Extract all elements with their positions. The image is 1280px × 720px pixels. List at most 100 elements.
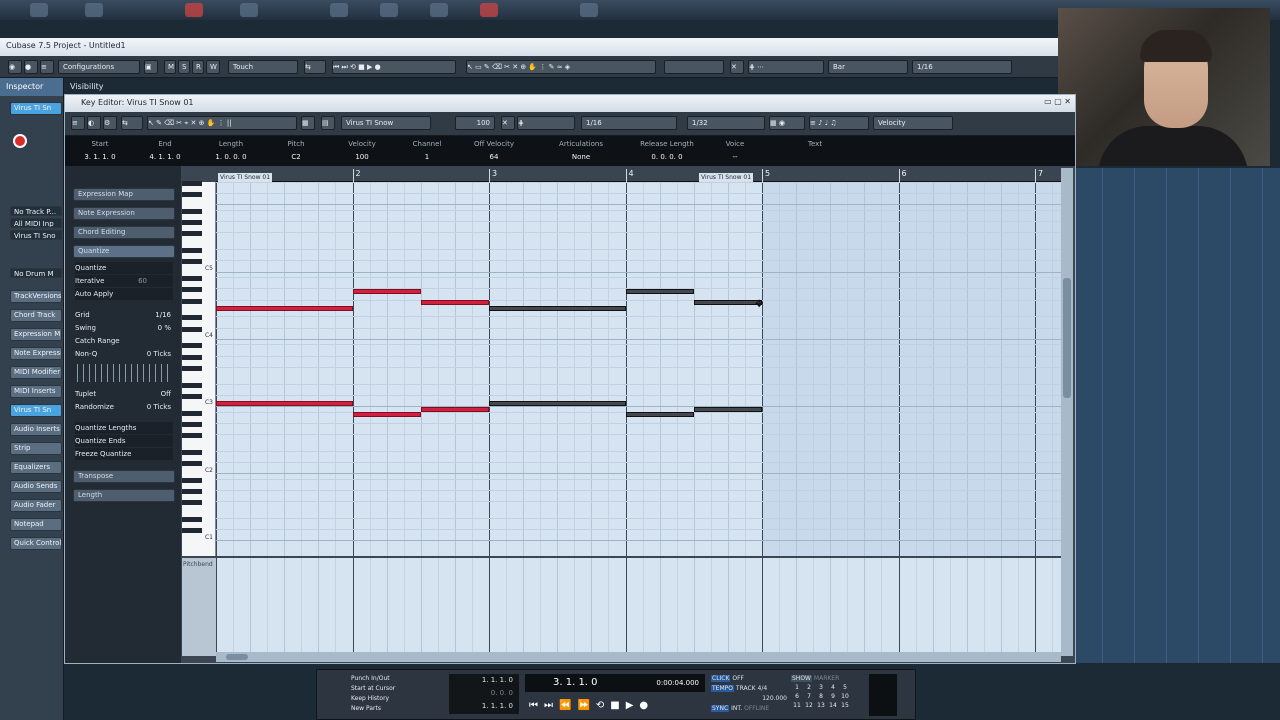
black-key[interactable]	[182, 393, 202, 399]
expression-map-section[interactable]: Expression Map	[73, 188, 175, 201]
black-key[interactable]	[182, 259, 202, 265]
info-value[interactable]: --	[732, 153, 737, 161]
app-icon[interactable]	[430, 3, 448, 17]
record-enable-icon[interactable]	[13, 134, 27, 148]
editor-tools[interactable]: ↖ ✎ ⌫ ✂ ⌖ ✕ ⊕ ✋ ⋮ ||	[147, 116, 297, 130]
info-value[interactable]: None	[572, 153, 590, 161]
chord-editing-section[interactable]: Chord Editing	[73, 226, 175, 239]
black-key[interactable]	[182, 354, 202, 360]
app-icon[interactable]	[85, 3, 103, 17]
punch-inout-label[interactable]: Punch In/Out	[351, 674, 441, 684]
app-icon[interactable]	[30, 3, 48, 17]
configurations-select[interactable]: Configurations	[58, 60, 140, 74]
non-q-row[interactable]: Non-Q 0 Ticks	[75, 348, 173, 360]
inspector-section-midiinserts[interactable]: MIDI Inserts	[10, 385, 62, 398]
info-value[interactable]: C2	[291, 153, 300, 161]
marker-buttons[interactable]: 1 2 3 4 5 6 7 8 9 10 11 12 13 14 15	[791, 683, 853, 710]
iterative-row[interactable]: Iterative 60	[75, 275, 173, 287]
black-key[interactable]	[182, 231, 202, 237]
note-expression-section[interactable]: Note Expression	[73, 207, 175, 220]
midi-note[interactable]	[216, 305, 353, 311]
inspector-section-equalizers[interactable]: Equalizers	[10, 461, 62, 474]
marker-button[interactable]: 7	[803, 692, 815, 701]
black-key[interactable]	[182, 365, 202, 371]
black-key[interactable]	[182, 220, 202, 226]
quantize-section[interactable]: Quantize	[73, 245, 175, 258]
grid-row[interactable]: Grid 1/16	[75, 309, 173, 321]
info-value[interactable]: 3. 1. 1. 0	[84, 153, 115, 161]
marker-button[interactable]: 12	[803, 701, 815, 710]
solo-button[interactable]: S	[178, 60, 190, 74]
quantize-preset[interactable]: Quantize	[75, 262, 173, 274]
click-button[interactable]: CLICK	[711, 675, 731, 682]
snap-mode-select[interactable]: ⋕	[517, 116, 575, 130]
inspector-section-expression[interactable]: Expression M	[10, 328, 62, 341]
start-at-cursor-label[interactable]: Start at Cursor	[351, 684, 441, 694]
punch-options[interactable]: Punch In/Out Start at Cursor Keep Histor…	[351, 674, 441, 714]
tempo-button[interactable]: TEMPO	[711, 685, 734, 692]
constrain-delay-icon[interactable]: ●	[24, 60, 38, 74]
sync-button[interactable]: SYNC	[711, 705, 730, 712]
locators[interactable]: 1. 1. 1. 0 0. 0. 0 1. 1. 1. 0	[449, 674, 519, 714]
quantize-ends-button[interactable]: Quantize Ends	[75, 435, 173, 447]
app-icon[interactable]	[580, 3, 598, 17]
piano-keyboard[interactable]: C5 C4 C3 C2 C1	[182, 181, 216, 556]
quantize-select[interactable]: 1/16	[581, 116, 677, 130]
note-expression-icons[interactable]: ≡ ♪ ♩ ♫	[809, 116, 869, 130]
midi-note[interactable]	[420, 300, 489, 306]
marker-button[interactable]: 11	[791, 701, 803, 710]
tuplet-row[interactable]: Tuplet Off	[75, 388, 173, 400]
controller-lane-select[interactable]: Velocity	[873, 116, 953, 130]
midi-note[interactable]	[352, 288, 421, 294]
midi-note[interactable]	[489, 305, 626, 311]
info-value[interactable]: 100	[355, 153, 368, 161]
marker-button[interactable]: 15	[839, 701, 851, 710]
write-button[interactable]: W	[206, 60, 220, 74]
note-grid[interactable]	[216, 182, 1061, 556]
transport-mini[interactable]: ⏮ ⏭ ⟲ ■ ▶ ●	[332, 60, 456, 74]
auto-apply-row[interactable]: Auto Apply	[75, 288, 173, 300]
transpose-section[interactable]: Transpose	[73, 470, 175, 483]
inspector-section-midimodifiers[interactable]: MIDI Modifier	[10, 366, 62, 379]
app-icon[interactable]	[380, 3, 398, 17]
horizontal-scrollbar[interactable]	[216, 652, 1061, 662]
black-key[interactable]	[182, 209, 202, 214]
black-key[interactable]	[182, 326, 202, 332]
black-key[interactable]	[182, 382, 202, 388]
autoscroll-icon[interactable]: ⇆	[121, 116, 143, 130]
snap-icon[interactable]: ✕	[501, 116, 515, 130]
inspector-output-select[interactable]: Virus TI Sno	[10, 230, 62, 240]
length-section[interactable]: Length	[73, 489, 175, 502]
lock-icon[interactable]: ▣	[144, 60, 158, 74]
inspector-midi-input-select[interactable]: All MIDI Inp	[10, 218, 62, 228]
solo-editor-icon[interactable]: ≡	[71, 116, 85, 130]
black-key[interactable]	[182, 287, 202, 293]
acoustic-feedback-icon[interactable]: ◐	[87, 116, 101, 130]
read-button[interactable]: R	[192, 60, 204, 74]
inspector-track-name[interactable]: Virus TI Sn	[10, 102, 62, 115]
marker-button[interactable]: 2	[803, 683, 815, 692]
color-icon[interactable]: ▤	[321, 116, 335, 130]
black-key[interactable]	[182, 517, 202, 522]
vertical-scroll-thumb[interactable]	[1063, 278, 1071, 398]
quantize-lengths-button[interactable]: Quantize Lengths	[75, 422, 173, 434]
transport-controls[interactable]: ⏮⏭⏪⏩⟲■▶●	[525, 696, 705, 716]
inspector-section-quickcontrols[interactable]: Quick Control	[10, 537, 62, 550]
mute-button[interactable]: M	[164, 60, 176, 74]
position-display[interactable]: 3. 1. 1. 0 0:00:04.000	[525, 674, 705, 692]
length-quantize-select[interactable]: 1/32	[687, 116, 765, 130]
step-input-icon[interactable]: ▦ ◉	[769, 116, 805, 130]
black-key[interactable]	[182, 433, 202, 438]
midi-note[interactable]	[625, 288, 694, 294]
midi-note[interactable]	[693, 300, 762, 306]
inspector-toggle-icon[interactable]: ⚙	[103, 116, 117, 130]
midi-note[interactable]	[489, 400, 626, 406]
black-key[interactable]	[182, 461, 202, 466]
black-key[interactable]	[182, 528, 202, 534]
grid-type-select[interactable]: Bar	[828, 60, 908, 74]
randomize-row[interactable]: Randomize 0 Ticks	[75, 401, 173, 413]
marker-button[interactable]: 3	[815, 683, 827, 692]
activate-project-icon[interactable]: ◉	[8, 60, 22, 74]
black-key[interactable]	[182, 449, 202, 455]
inspector-section-notepad[interactable]: Notepad	[10, 518, 62, 531]
